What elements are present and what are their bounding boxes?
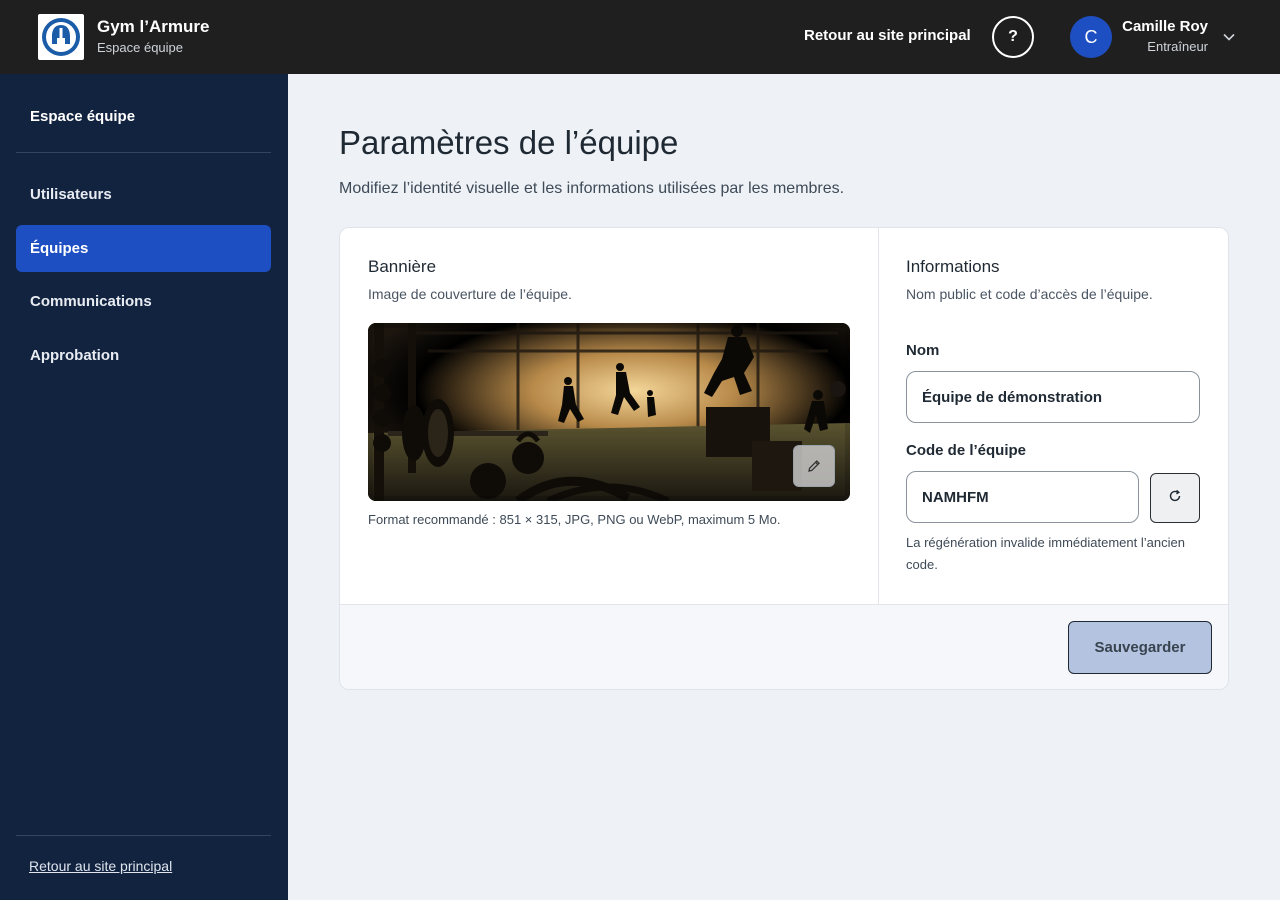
save-button[interactable]: Sauvegarder — [1068, 621, 1212, 674]
question-mark-icon: ? — [1008, 28, 1018, 45]
banner-section-title: Bannière — [368, 257, 437, 276]
sidebar-item-label: Équipes — [30, 240, 89, 257]
top-bar: Gym l’Armure Espace équipe Retour au sit… — [0, 0, 1280, 74]
info-section-description: Nom public et code d’accès de l’équipe. — [906, 286, 1153, 302]
sidebar-back-to-main-site-link[interactable]: Retour au site principal — [29, 858, 172, 874]
team-name-input[interactable] — [906, 371, 1200, 423]
sidebar-item-communications[interactable]: Communications — [16, 278, 271, 325]
team-code-input[interactable] — [906, 471, 1139, 523]
brand-title: Gym l’Armure — [97, 17, 210, 36]
regenerate-warning: La régénération invalide immédiatement l… — [906, 535, 1185, 572]
sidebar-item-utilisateurs[interactable]: Utilisateurs — [16, 171, 271, 218]
refresh-icon — [1167, 488, 1183, 509]
help-button[interactable]: ? — [992, 16, 1034, 58]
sidebar-item-label: Approbation — [30, 347, 120, 364]
brand-subtitle: Espace équipe — [97, 40, 184, 55]
sidebar-item-label: Utilisateurs — [30, 186, 112, 203]
card-footer: Sauvegarder — [340, 604, 1228, 689]
back-to-main-site-link[interactable]: Retour au site principal — [804, 27, 971, 44]
sidebar-divider — [16, 835, 271, 836]
chevron-down-icon[interactable] — [1222, 30, 1236, 44]
edit-banner-button[interactable] — [793, 445, 835, 487]
page-description: Modifiez l’identité visuelle et les info… — [339, 180, 845, 197]
gym-logo — [38, 14, 84, 60]
info-section-title: Informations — [906, 257, 1000, 276]
banner-format-hint: Format recommandé : 851 × 315, JPG, PNG … — [368, 512, 781, 527]
pencil-icon — [806, 458, 822, 474]
banner-image — [368, 323, 850, 501]
user-role: Entraîneur — [1147, 39, 1208, 54]
sidebar-divider — [16, 152, 271, 153]
banner-section-description: Image de couverture de l’équipe. — [368, 286, 572, 302]
name-label: Nom — [906, 342, 940, 359]
regenerate-code-button[interactable] — [1150, 473, 1200, 523]
sidebar-item-approbation[interactable]: Approbation — [16, 332, 271, 379]
avatar-initial: C — [1084, 26, 1098, 47]
sidebar-item-equipes[interactable]: Équipes — [16, 225, 271, 272]
page-title: Paramètres de l’équipe — [339, 124, 679, 161]
sidebar: Espace équipe Utilisateurs Équipes Commu… — [0, 74, 288, 900]
sidebar-item-label: Communications — [30, 293, 152, 310]
column-divider — [878, 228, 879, 604]
team-code-label: Code de l’équipe — [906, 442, 1027, 459]
avatar[interactable]: C — [1070, 16, 1112, 58]
user-name[interactable]: Camille Roy — [1122, 18, 1208, 35]
sidebar-heading: Espace équipe — [30, 108, 136, 125]
team-settings-card: Bannière Image de couverture de l’équipe… — [339, 227, 1229, 690]
